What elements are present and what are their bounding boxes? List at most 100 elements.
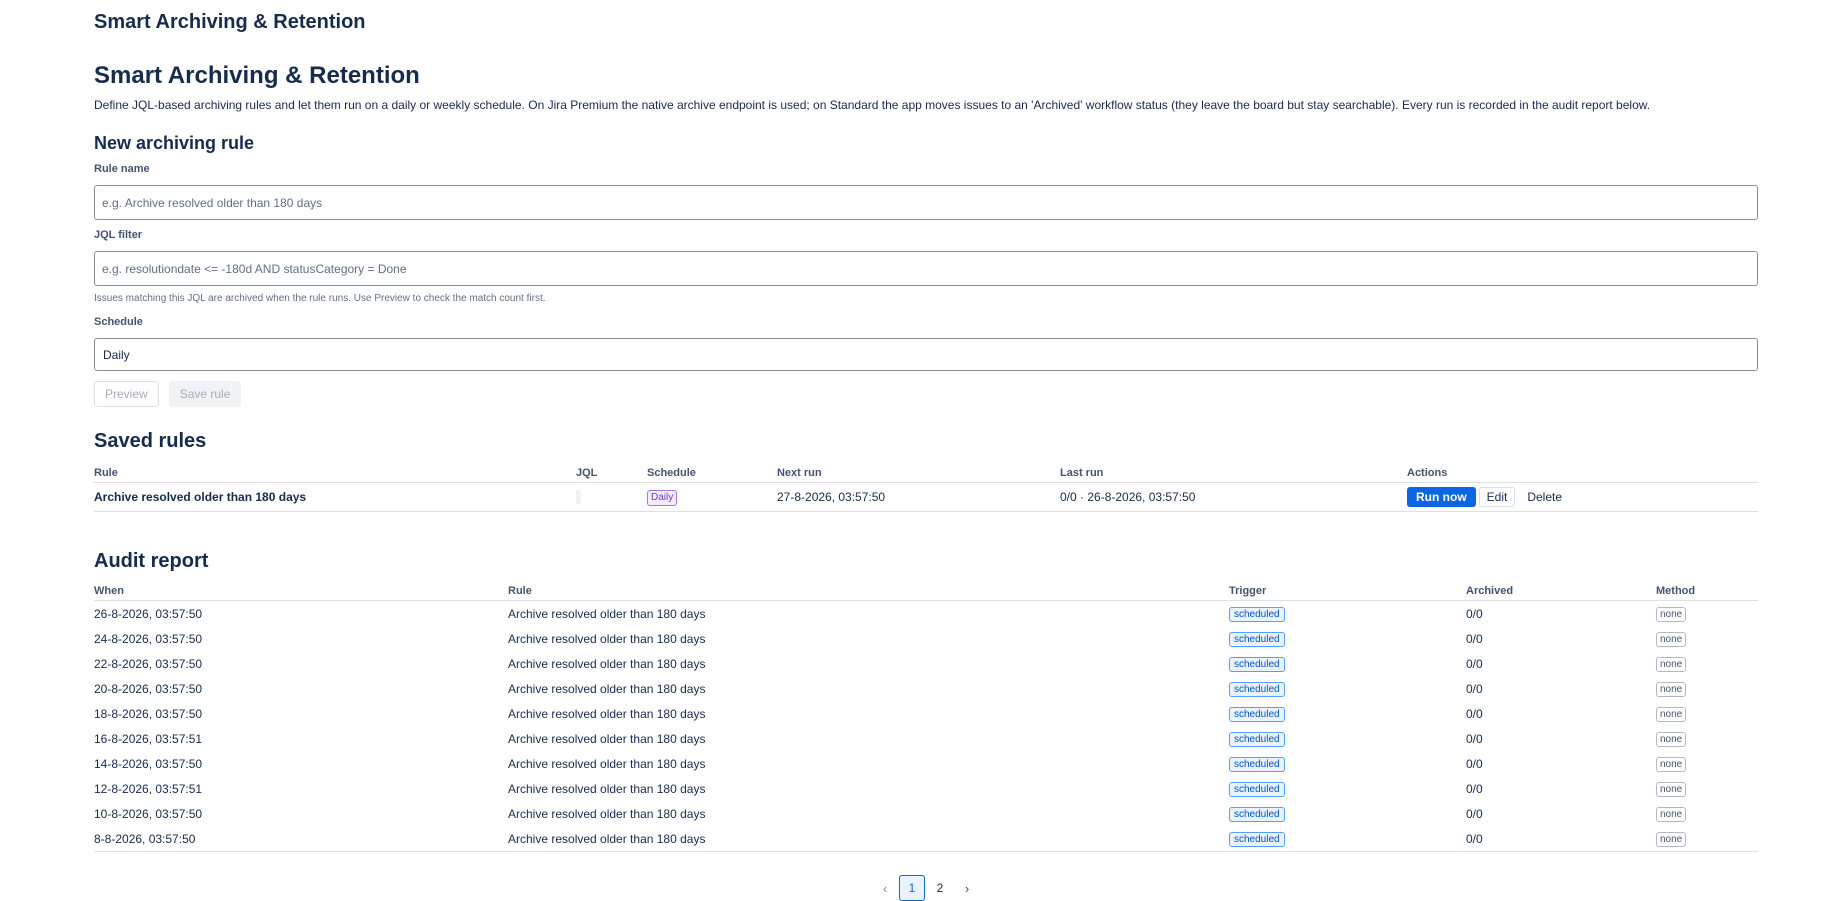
jql-code-block (576, 490, 581, 505)
saved-rule-jql (576, 482, 647, 512)
trigger-lozenge: scheduled (1229, 681, 1285, 697)
audit-rule: Archive resolved older than 180 days (508, 656, 706, 671)
pagination: ‹ 1 2 › (94, 875, 1758, 901)
saved-rule-schedule-cell: Daily (647, 482, 777, 512)
audit-archived: 0/0 (1466, 756, 1483, 771)
col-audit-rule: Rule (508, 577, 1229, 601)
audit-when: 18-8-2026, 03:57:50 (94, 706, 203, 721)
saved-rule-row: Archive resolved older than 180 days Dai… (94, 482, 1758, 512)
trigger-lozenge: scheduled (1229, 831, 1285, 847)
audit-rows: 26-8-2026, 03:57:50 Archive resolved old… (94, 601, 1758, 852)
saved-rules-header-row: Rule JQL Schedule Next run Last run Acti… (94, 459, 1758, 483)
audit-rule: Archive resolved older than 180 days (508, 756, 706, 771)
table-row: 16-8-2026, 03:57:51 Archive resolved old… (94, 726, 1758, 751)
rule-name-input[interactable] (94, 185, 1758, 220)
trigger-lozenge: scheduled (1229, 731, 1285, 747)
jql-filter-input[interactable] (94, 251, 1758, 286)
audit-when: 16-8-2026, 03:57:51 (94, 731, 203, 746)
method-lozenge: none (1656, 681, 1687, 697)
saved-rule-next-run: 27-8-2026, 03:57:50 (777, 482, 1060, 512)
table-row: 24-8-2026, 03:57:50 Archive resolved old… (94, 626, 1758, 651)
audit-archived: 0/0 (1466, 706, 1483, 721)
trigger-lozenge: scheduled (1229, 606, 1285, 622)
method-lozenge: none (1656, 831, 1687, 847)
schedule-select-value: Daily (103, 347, 130, 362)
audit-rule: Archive resolved older than 180 days (508, 806, 706, 821)
audit-archived: 0/0 (1466, 681, 1483, 696)
audit-archived: 0/0 (1466, 826, 1656, 852)
col-when: When (94, 577, 508, 601)
method-lozenge: none (1656, 781, 1687, 797)
col-actions: Actions (1407, 459, 1758, 483)
audit-rule: Archive resolved older than 180 days (508, 606, 706, 621)
new-rule-form: New archiving rule Rule name JQL filter … (94, 132, 1758, 407)
saved-rule-name: Archive resolved older than 180 days (94, 482, 576, 512)
trigger-lozenge: scheduled (1229, 781, 1285, 797)
audit-archived: 0/0 (1466, 606, 1483, 621)
rule-name-label: Rule name (94, 163, 150, 175)
trigger-lozenge: scheduled (1229, 706, 1285, 722)
table-row: 14-8-2026, 03:57:50 Archive resolved old… (94, 751, 1758, 776)
schedule-select[interactable]: Daily (94, 338, 1758, 371)
audit-when: 14-8-2026, 03:57:50 (94, 756, 203, 771)
saved-rule-last-run: 0/0 · 26-8-2026, 03:57:50 (1060, 482, 1407, 512)
table-row: 12-8-2026, 03:57:51 Archive resolved old… (94, 776, 1758, 801)
delete-button[interactable]: Delete (1518, 487, 1571, 507)
saved-rules-table: Rule JQL Schedule Next run Last run Acti… (94, 459, 1758, 512)
audit-when: 8-8-2026, 03:57:50 (94, 826, 508, 852)
table-row: 22-8-2026, 03:57:50 Archive resolved old… (94, 651, 1758, 676)
page-1-button[interactable]: 1 (899, 875, 925, 901)
edit-button[interactable]: Edit (1478, 487, 1516, 507)
table-row: 26-8-2026, 03:57:50 Archive resolved old… (94, 601, 1758, 627)
new-rule-title: New archiving rule (94, 133, 255, 153)
col-method: Method (1656, 577, 1758, 601)
col-rule: Rule (94, 459, 576, 483)
method-lozenge: none (1656, 806, 1687, 822)
schedule-label: Schedule (94, 316, 143, 328)
col-schedule: Schedule (647, 459, 777, 483)
chevron-right-icon[interactable]: › (954, 875, 980, 901)
preview-button[interactable]: Preview (94, 381, 159, 407)
saved-rule-actions: Run now Edit Delete (1407, 482, 1758, 512)
page-2-button[interactable]: 2 (927, 875, 953, 901)
jql-filter-label: JQL filter (94, 229, 143, 241)
audit-report-title: Audit report (94, 550, 209, 572)
col-jql: JQL (576, 459, 647, 483)
method-lozenge: none (1656, 656, 1687, 672)
audit-when: 26-8-2026, 03:57:50 (94, 606, 203, 621)
audit-rule: Archive resolved older than 180 days (508, 681, 706, 696)
table-row: 20-8-2026, 03:57:50 Archive resolved old… (94, 676, 1758, 701)
trigger-lozenge: scheduled (1229, 806, 1285, 822)
run-now-button[interactable]: Run now (1407, 487, 1476, 507)
method-lozenge: none (1656, 731, 1687, 747)
audit-when: 24-8-2026, 03:57:50 (94, 631, 203, 646)
save-rule-button[interactable]: Save rule (168, 381, 242, 407)
audit-rule: Archive resolved older than 180 days (508, 781, 706, 796)
audit-rule: Archive resolved older than 180 days (508, 731, 706, 746)
chevron-left-icon[interactable]: ‹ (872, 875, 898, 901)
audit-header-row: When Rule Trigger Archived Method (94, 577, 1758, 601)
audit-rule: Archive resolved older than 180 days (508, 826, 1229, 852)
col-last-run: Last run (1060, 459, 1407, 483)
page-description: Define JQL-based archiving rules and let… (94, 98, 1651, 112)
app-page: Smart Archiving & Retention Smart Archiv… (94, 0, 1758, 901)
audit-when: 22-8-2026, 03:57:50 (94, 656, 203, 671)
col-next-run: Next run (777, 459, 1060, 483)
trigger-lozenge: scheduled (1229, 631, 1285, 647)
audit-section: Audit report When Rule Trigger Archived … (94, 549, 1758, 901)
audit-archived: 0/0 (1466, 781, 1483, 796)
method-lozenge: none (1656, 756, 1687, 772)
audit-table: When Rule Trigger Archived Method 26-8-2… (94, 577, 1758, 852)
audit-when: 20-8-2026, 03:57:50 (94, 681, 203, 696)
app-title: Smart Archiving & Retention (94, 11, 366, 33)
audit-archived: 0/0 (1466, 656, 1483, 671)
audit-rule: Archive resolved older than 180 days (508, 631, 706, 646)
col-trigger: Trigger (1229, 577, 1466, 601)
audit-archived: 0/0 (1466, 631, 1483, 646)
method-lozenge: none (1656, 706, 1687, 722)
saved-rules-section: Saved rules Rule JQL Schedule Next run L… (94, 429, 1758, 512)
col-archived: Archived (1466, 577, 1656, 601)
method-lozenge: none (1656, 606, 1687, 622)
method-lozenge: none (1656, 631, 1687, 647)
trigger-lozenge: scheduled (1229, 656, 1285, 672)
